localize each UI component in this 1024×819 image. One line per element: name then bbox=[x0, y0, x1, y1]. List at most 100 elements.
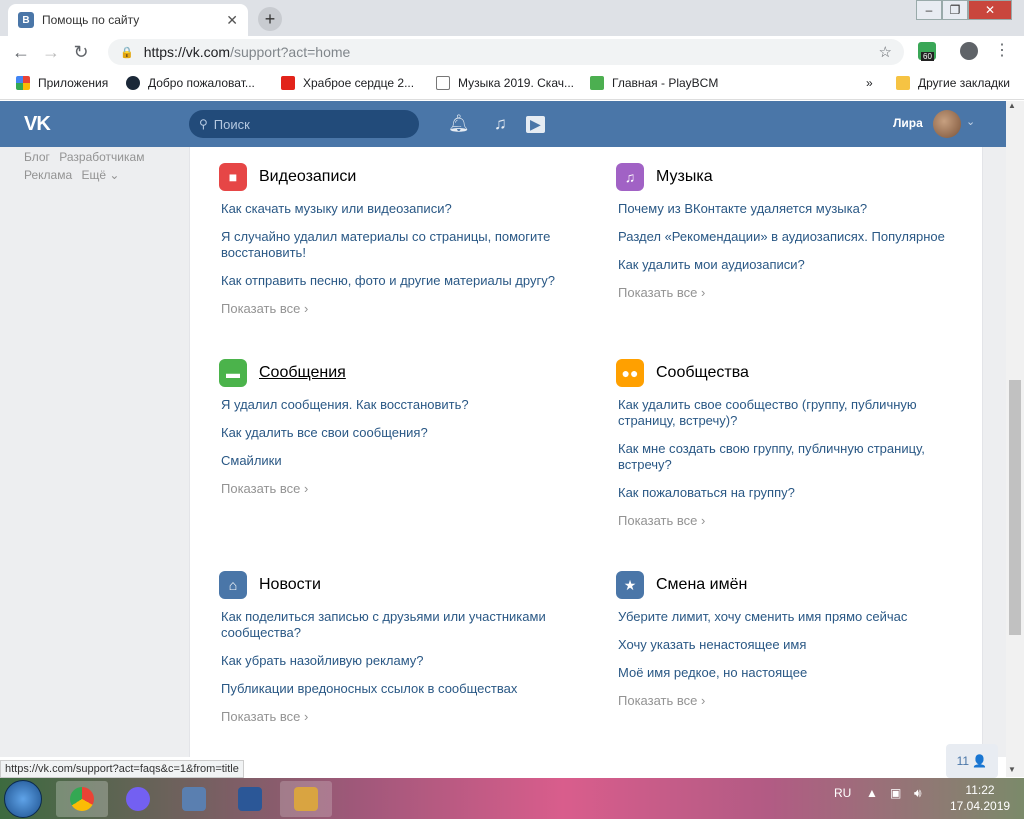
question-link[interactable]: Как удалить все свои сообщения? bbox=[219, 425, 579, 441]
show-all-link[interactable]: Показать все › bbox=[219, 481, 579, 496]
chrome-icon bbox=[70, 787, 94, 811]
question-link[interactable]: Моё имя редкое, но настоящее bbox=[616, 665, 976, 681]
link-blog[interactable]: Блог bbox=[24, 150, 50, 164]
vk-favicon: B bbox=[18, 12, 34, 28]
network-icon[interactable]: ▣ bbox=[890, 786, 901, 800]
window-controls: – ❐ ✕ bbox=[916, 0, 1012, 20]
show-all-link[interactable]: Показать все › bbox=[219, 301, 579, 316]
message-icon: ▬ bbox=[219, 359, 247, 387]
bookmark-label: Другие закладки bbox=[918, 76, 1010, 90]
bookmark-item[interactable]: Музыка 2019. Скач... bbox=[436, 76, 574, 90]
volume-icon[interactable]: 🔊︎ bbox=[914, 786, 922, 801]
question-link[interactable]: Как удалить свое сообщество (группу, пуб… bbox=[616, 397, 976, 429]
taskbar-keyboard[interactable] bbox=[168, 781, 220, 817]
vk-logo[interactable]: VK bbox=[24, 113, 51, 136]
question-link[interactable]: Как удалить мои аудиозаписи? bbox=[616, 257, 976, 273]
taskbar-viber[interactable] bbox=[112, 781, 164, 817]
section-video: ■ Видеозаписи Как скачать музыку или вид… bbox=[219, 163, 579, 316]
playbcm-icon bbox=[590, 76, 604, 90]
question-link[interactable]: Почему из ВКонтакте удаляется музыка? bbox=[616, 201, 976, 217]
new-tab-button[interactable]: + bbox=[258, 7, 282, 31]
minimize-button[interactable]: – bbox=[916, 0, 942, 20]
question-link[interactable]: Смайлики bbox=[219, 453, 579, 469]
taskbar-chrome[interactable] bbox=[56, 781, 108, 817]
url-path: /support?act=home bbox=[230, 44, 351, 60]
section-messages: ▬ Сообщения Я удалил сообщения. Как восс… bbox=[219, 359, 579, 496]
question-link[interactable]: Я удалил сообщения. Как восстановить? bbox=[219, 397, 579, 413]
browser-tab[interactable]: B Помощь по сайту ✕ bbox=[8, 4, 248, 36]
question-link[interactable]: Как мне создать свою группу, публичную с… bbox=[616, 441, 976, 473]
avatar[interactable] bbox=[933, 110, 961, 138]
bookmark-label: Добро пожаловат... bbox=[148, 76, 255, 90]
taskbar-paint[interactable] bbox=[280, 781, 332, 817]
clock[interactable]: 11:22 17.04.2019 bbox=[950, 782, 1010, 814]
play-icon[interactable]: ▶ bbox=[526, 116, 545, 133]
bookmark-label: Музыка 2019. Скач... bbox=[458, 76, 574, 90]
search-icon: ⚲ bbox=[199, 117, 208, 131]
reload-icon[interactable]: ↻ bbox=[66, 42, 96, 63]
question-link[interactable]: Как убрать назойливую рекламу? bbox=[219, 653, 579, 669]
question-link[interactable]: Я случайно удалил материалы со страницы,… bbox=[219, 229, 579, 261]
notifications-bell-icon[interactable]: 🔔︎ bbox=[448, 114, 470, 134]
bookmark-star-icon[interactable]: ☆ bbox=[879, 43, 892, 61]
start-button[interactable] bbox=[4, 780, 42, 818]
section-title[interactable]: Видеозаписи bbox=[259, 168, 356, 186]
maximize-button[interactable]: ❐ bbox=[942, 0, 968, 20]
extension-icon[interactable]: 60 bbox=[918, 42, 936, 61]
address-bar[interactable]: 🔒 https://vk.com/support?act=home ☆ bbox=[108, 39, 904, 65]
bookmark-label: Главная - PlayBCM bbox=[612, 76, 719, 90]
show-all-link[interactable]: Показать все › bbox=[616, 513, 976, 528]
home-icon: ⌂ bbox=[219, 571, 247, 599]
scroll-down-arrow-icon[interactable]: ▼ bbox=[1008, 765, 1016, 774]
browser-menu-icon[interactable]: ⋮ bbox=[994, 40, 1010, 60]
question-link[interactable]: Как отправить песню, фото и другие матер… bbox=[219, 273, 579, 289]
section-title[interactable]: Сообщества bbox=[656, 364, 749, 382]
link-ads[interactable]: Реклама bbox=[24, 168, 72, 182]
chat-counter[interactable]: 11 👤 bbox=[946, 744, 998, 778]
search-input[interactable]: ⚲ Поиск bbox=[189, 110, 419, 138]
chevron-down-icon[interactable]: ⌄ bbox=[966, 115, 975, 128]
question-link[interactable]: Как скачать музыку или видеозаписи? bbox=[219, 201, 579, 217]
user-name[interactable]: Лира bbox=[893, 116, 923, 130]
bookmarks-more-button[interactable]: » bbox=[866, 76, 873, 90]
tab-title: Помощь по сайту bbox=[42, 13, 140, 27]
bookmark-item[interactable]: Храброе сердце 2... bbox=[281, 76, 414, 90]
question-link[interactable]: Публикации вредоносных ссылок в сообщест… bbox=[219, 681, 579, 697]
steam-icon bbox=[126, 76, 140, 90]
link-more[interactable]: Ещё ⌄ bbox=[81, 168, 119, 182]
section-title[interactable]: Смена имён bbox=[656, 576, 747, 594]
music-icon: ♫ bbox=[616, 163, 644, 191]
scroll-up-arrow-icon[interactable]: ▲ bbox=[1008, 101, 1016, 110]
forward-icon[interactable]: → bbox=[36, 42, 66, 63]
scrollbar-thumb[interactable] bbox=[1009, 380, 1021, 635]
show-all-link[interactable]: Показать все › bbox=[616, 693, 976, 708]
page-icon bbox=[436, 76, 450, 90]
question-link[interactable]: Хочу указать ненастоящее имя bbox=[616, 637, 976, 653]
bookmark-apps[interactable]: Приложения bbox=[16, 76, 108, 90]
question-link[interactable]: Как поделиться записью с друзьями или уч… bbox=[219, 609, 579, 641]
search-placeholder: Поиск bbox=[213, 116, 250, 132]
question-link[interactable]: Раздел «Рекомендации» в аудиозаписях. По… bbox=[616, 229, 976, 245]
music-note-icon[interactable]: ♫ bbox=[494, 114, 507, 134]
section-music: ♫ Музыка Почему из ВКонтакте удаляется м… bbox=[616, 163, 976, 300]
show-all-link[interactable]: Показать все › bbox=[219, 709, 579, 724]
account-icon[interactable] bbox=[960, 42, 978, 60]
taskbar-word[interactable] bbox=[224, 781, 276, 817]
language-indicator[interactable]: RU bbox=[834, 786, 851, 800]
section-title[interactable]: Сообщения bbox=[259, 364, 346, 382]
star-icon: ★ bbox=[616, 571, 644, 599]
section-title[interactable]: Новости bbox=[259, 576, 321, 594]
bookmark-item[interactable]: Главная - PlayBCM bbox=[590, 76, 718, 90]
close-window-button[interactable]: ✕ bbox=[968, 0, 1012, 20]
back-icon[interactable]: ← bbox=[6, 42, 36, 63]
other-bookmarks[interactable]: Другие закладки bbox=[896, 76, 1010, 90]
tray-arrow-icon[interactable]: ▲ bbox=[866, 786, 878, 800]
link-developers[interactable]: Разработчикам bbox=[59, 150, 144, 164]
tab-close-icon[interactable]: ✕ bbox=[226, 12, 238, 29]
question-link[interactable]: Уберите лимит, хочу сменить имя прямо се… bbox=[616, 609, 976, 625]
browser-toolbar: ← → ↻ 🔒 https://vk.com/support?act=home … bbox=[0, 36, 1024, 68]
question-link[interactable]: Как пожаловаться на группу? bbox=[616, 485, 976, 501]
bookmark-item[interactable]: Добро пожаловат... bbox=[126, 76, 255, 90]
show-all-link[interactable]: Показать все › bbox=[616, 285, 976, 300]
section-title[interactable]: Музыка bbox=[656, 168, 713, 186]
